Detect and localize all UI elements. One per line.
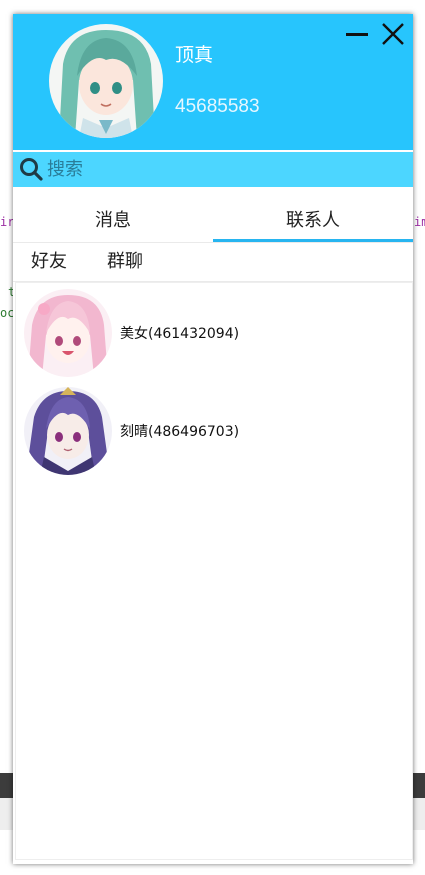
main-tabs: 消息 联系人 [13,202,413,242]
profile-header: 顶真 45685583 [13,14,413,150]
search-icon [20,158,43,181]
search-input[interactable] [47,155,402,183]
user-avatar[interactable] [49,24,163,138]
tab-contacts[interactable]: 联系人 [213,202,413,242]
close-button[interactable] [380,22,406,46]
contact-name: 美女(461432094) [120,326,240,342]
user-account-number: 45685583 [175,96,260,117]
background-code-fragment: im [414,215,425,229]
list-item[interactable]: 美女(461432094) [16,287,412,385]
list-item[interactable]: 刻晴(486496703) [16,385,412,483]
subtab-groups[interactable]: 群聊 [107,243,143,281]
minimize-button[interactable] [344,22,370,46]
minimize-icon [346,33,368,36]
contact-name: 刻晴(486496703) [120,424,240,440]
contact-subtabs: 好友 群聊 [13,242,413,282]
subtab-friends[interactable]: 好友 [31,243,67,281]
chat-client-window: 顶真 45685583 消息 联系人 好友 群聊 [13,14,413,864]
close-icon [382,23,404,45]
contact-list: 美女(461432094) 刻晴(486496703) [15,282,413,860]
tab-messages[interactable]: 消息 [13,202,213,240]
search-bar [13,152,413,187]
user-nickname: 顶真 [175,44,214,66]
contact-avatar [24,387,112,475]
contact-avatar [24,289,112,377]
